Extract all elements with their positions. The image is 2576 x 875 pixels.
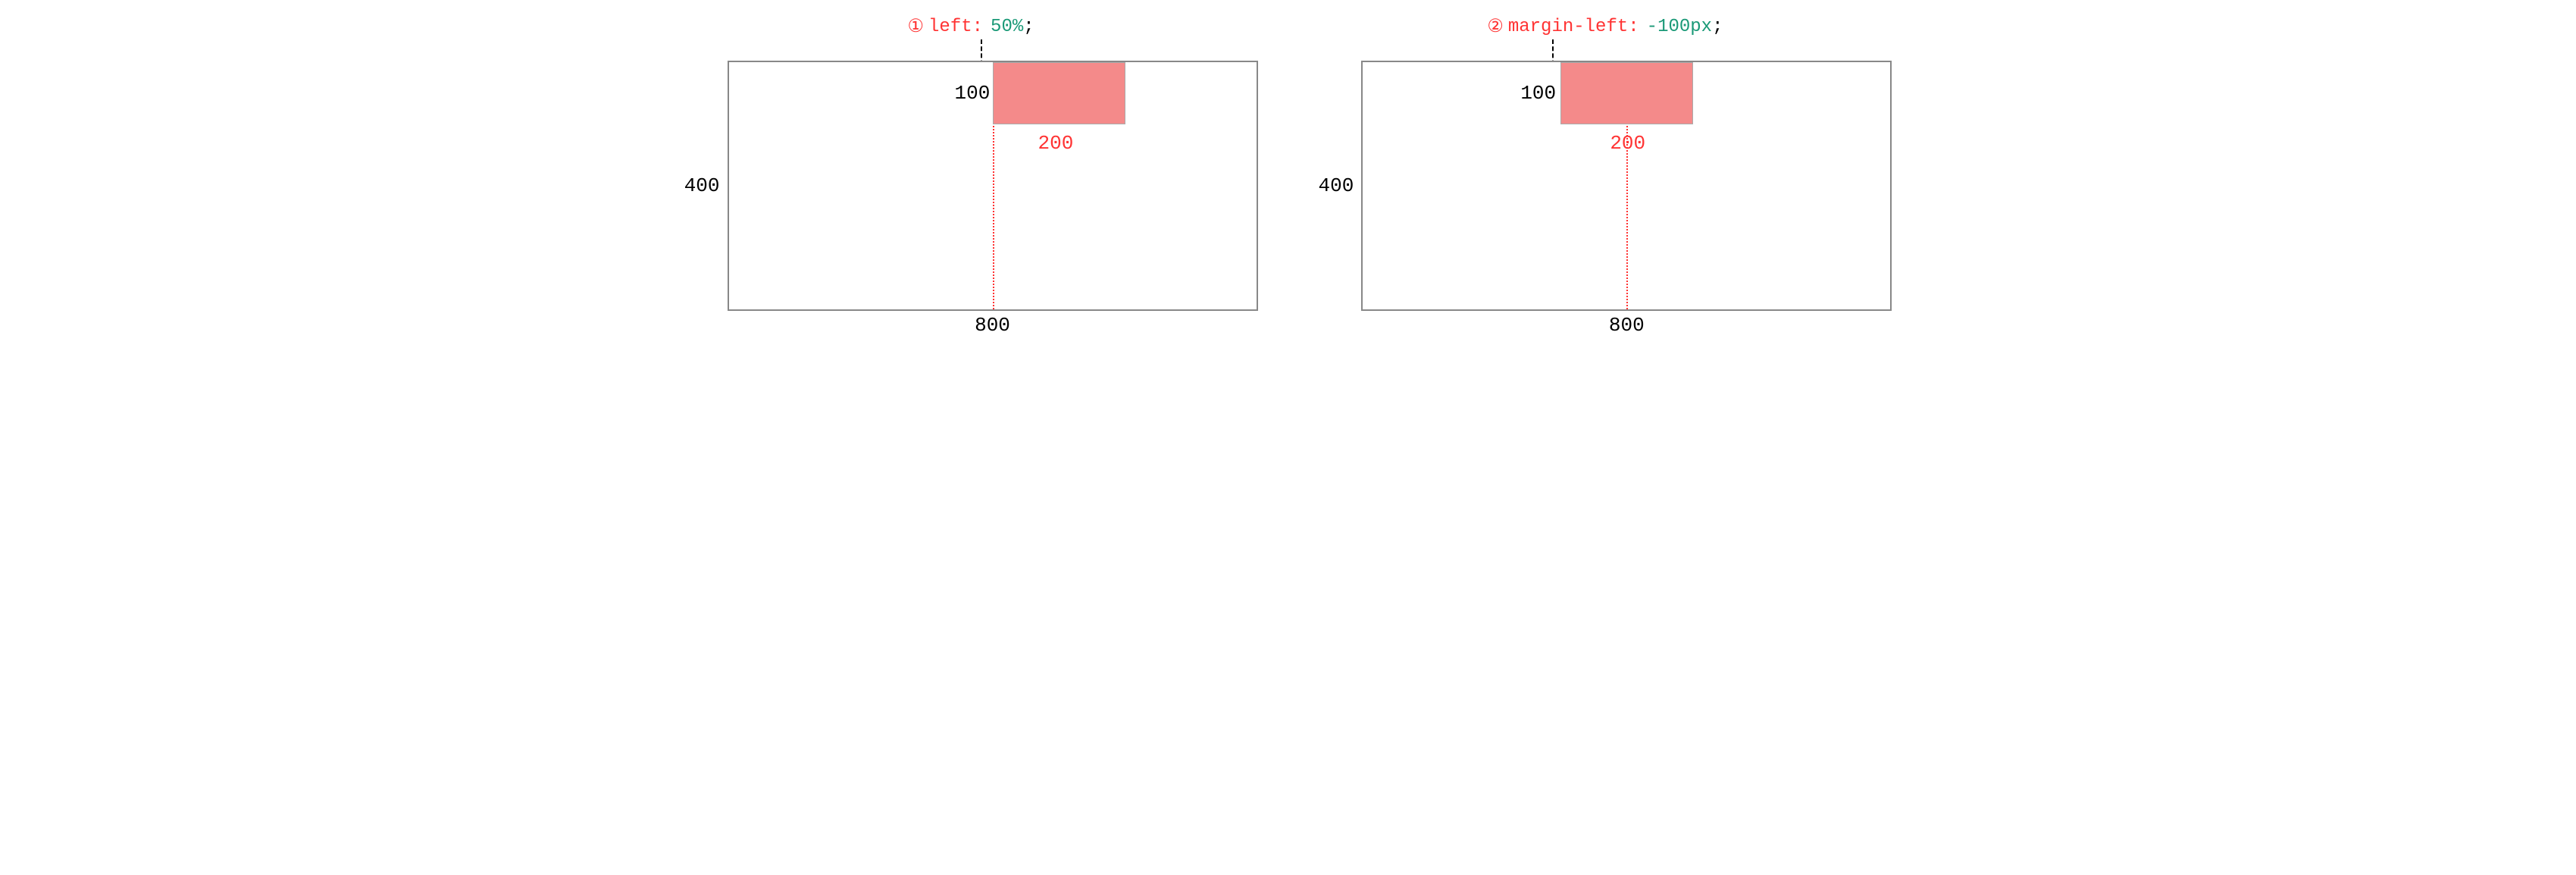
- box-height-label: 100: [955, 82, 991, 105]
- css-positioning-diagram-1: ①left:50%;400100200800: [684, 15, 1258, 311]
- box-wrapper: 400100200800: [1319, 61, 1892, 311]
- box-width-label: 200: [1038, 132, 1074, 155]
- positioned-box: [993, 62, 1125, 124]
- diagram-title: ①left:50%;: [908, 15, 1034, 38]
- container-height-label: 400: [684, 174, 720, 197]
- container-width-label: 800: [1609, 314, 1645, 337]
- css-colon: :: [1628, 17, 1639, 37]
- css-positioning-diagram-2: ②margin-left:-100px;400100200800: [1319, 15, 1892, 311]
- box-wrapper: 400100200800: [684, 61, 1258, 311]
- css-property: left: [928, 17, 972, 37]
- box-height-label: 100: [1520, 82, 1556, 105]
- step-number: ②: [1487, 15, 1504, 38]
- container-height-label: 400: [1319, 174, 1354, 197]
- container-width-label: 800: [975, 314, 1010, 337]
- step-number: ①: [908, 15, 925, 38]
- css-colon: :: [972, 17, 983, 37]
- css-semicolon: ;: [1023, 17, 1034, 37]
- css-semicolon: ;: [1712, 17, 1723, 37]
- css-property: margin-left: [1508, 17, 1628, 37]
- diagram-title: ②margin-left: -100px;: [1487, 15, 1723, 38]
- positioned-box: [1560, 62, 1693, 124]
- css-value: 50%: [991, 17, 1023, 37]
- css-value: -100px: [1647, 17, 1712, 37]
- container-box: 100200800: [728, 61, 1258, 311]
- container-box: 100200800: [1361, 61, 1892, 311]
- box-width-label: 200: [1610, 132, 1645, 155]
